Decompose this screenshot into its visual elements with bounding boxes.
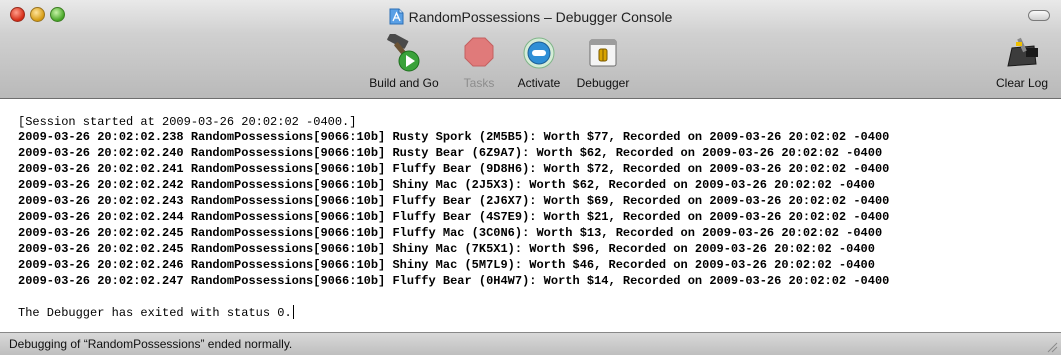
clear-log-button[interactable]: Clear Log — [990, 34, 1054, 90]
log-line: 2009-03-26 20:02:02.245 RandomPossession… — [18, 242, 875, 256]
toolbar-toggle-button[interactable] — [1028, 10, 1050, 21]
log-line: 2009-03-26 20:02:02.238 RandomPossession… — [18, 130, 890, 144]
window-title: RandomPossessions – Debugger Console — [408, 9, 673, 25]
log-line: 2009-03-26 20:02:02.245 RandomPossession… — [18, 226, 883, 240]
debugger-label: Debugger — [576, 76, 630, 90]
tasks-button[interactable]: Tasks — [459, 34, 499, 90]
log-line: 2009-03-26 20:02:02.244 RandomPossession… — [18, 210, 890, 224]
session-start-line: [Session started at 2009-03-26 20:02:02 … — [18, 115, 357, 129]
activate-button[interactable]: Activate — [512, 34, 566, 90]
log-line: 2009-03-26 20:02:02.240 RandomPossession… — [18, 146, 883, 160]
stop-sign-icon — [464, 37, 494, 67]
hammer-play-icon — [387, 34, 420, 72]
clear-log-label: Clear Log — [995, 76, 1049, 90]
log-line: 2009-03-26 20:02:02.243 RandomPossession… — [18, 194, 890, 208]
status-bar: Debugging of “RandomPossessions” ended n… — [0, 332, 1061, 355]
tasks-label: Tasks — [463, 76, 495, 90]
resize-grip-icon[interactable] — [1047, 342, 1058, 353]
window-title-bar: RandomPossessions – Debugger Console — [0, 8, 1061, 25]
clear-log-icon — [1007, 37, 1038, 67]
activate-label: Activate — [517, 76, 561, 90]
log-line: 2009-03-26 20:02:02.242 RandomPossession… — [18, 178, 875, 192]
console-log-area[interactable]: [Session started at 2009-03-26 20:02:02 … — [0, 99, 1061, 332]
log-line: 2009-03-26 20:02:02.247 RandomPossession… — [18, 274, 890, 288]
log-line: 2009-03-26 20:02:02.241 RandomPossession… — [18, 162, 890, 176]
debugger-icon — [589, 39, 617, 67]
unified-titlebar-toolbar: RandomPossessions – Debugger Console Bui… — [0, 0, 1061, 99]
debugger-console-window: RandomPossessions – Debugger Console Bui… — [0, 0, 1061, 355]
activate-icon — [523, 37, 555, 69]
log-line: 2009-03-26 20:02:02.246 RandomPossession… — [18, 258, 875, 272]
status-text: Debugging of “RandomPossessions” ended n… — [9, 337, 293, 351]
build-and-go-label: Build and Go — [369, 76, 439, 90]
build-and-go-button[interactable]: Build and Go — [366, 34, 442, 90]
text-cursor — [292, 305, 294, 319]
xcode-project-icon — [389, 8, 404, 25]
debugger-button[interactable]: Debugger — [570, 34, 636, 90]
exit-status-line: The Debugger has exited with status 0. — [18, 305, 294, 320]
exit-status-text: The Debugger has exited with status 0. — [18, 306, 292, 320]
